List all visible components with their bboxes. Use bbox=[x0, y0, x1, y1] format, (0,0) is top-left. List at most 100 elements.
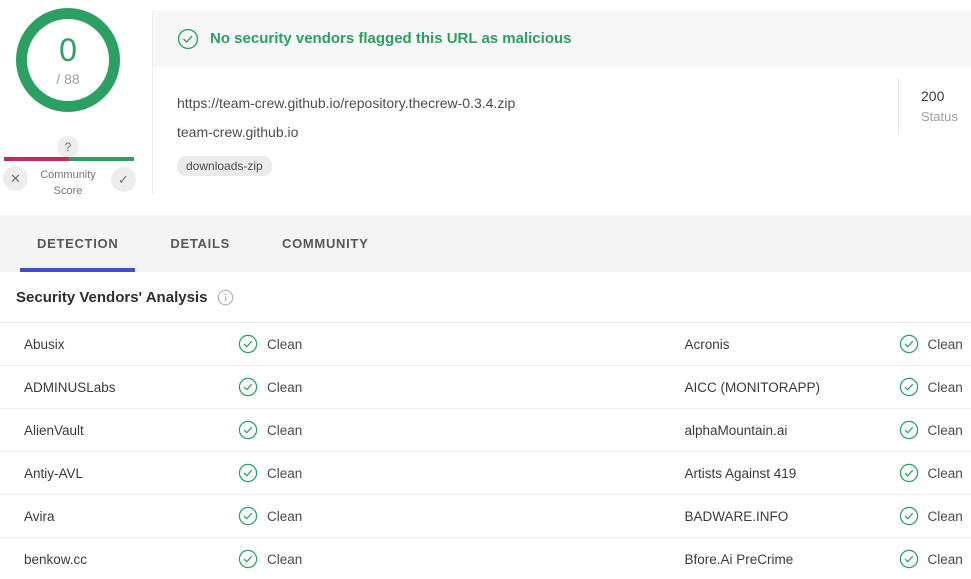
http-status-label: Status bbox=[921, 109, 958, 124]
vendor-row: ADMINUSLabs Clean AICC (MONITORAPP) Clean bbox=[0, 366, 971, 409]
vendor-name: alphaMountain.ai bbox=[685, 423, 899, 438]
tab-detection[interactable]: DETECTION bbox=[20, 215, 135, 272]
vendor-result-label: Clean bbox=[267, 509, 302, 524]
analyzed-url[interactable]: https://team-crew.github.io/repository.t… bbox=[177, 95, 971, 111]
clean-check-icon bbox=[238, 506, 258, 526]
vendor-cell: alphaMountain.ai Clean bbox=[486, 420, 971, 440]
community-score-help-icon[interactable]: ? bbox=[57, 136, 79, 158]
circle-check-icon bbox=[177, 28, 199, 50]
vendor-result-label: Clean bbox=[928, 552, 963, 567]
vendor-name: Antiy-AVL bbox=[24, 466, 238, 481]
vendor-cell: Avira Clean bbox=[0, 506, 486, 526]
analyzed-domain[interactable]: team-crew.github.io bbox=[177, 124, 971, 140]
score-gauge-panel: 0 / 88 ? Community Score ✕ ✓ bbox=[0, 0, 150, 205]
clean-check-icon bbox=[238, 549, 258, 569]
vendor-result-label: Clean bbox=[928, 509, 963, 524]
analysis-section: Security Vendors' Analysis AbusixCleanAc… bbox=[0, 272, 971, 579]
vote-harmless-button[interactable]: ✓ bbox=[111, 167, 136, 192]
community-score-label: Community Score bbox=[29, 167, 107, 199]
vendors-table: AbusixCleanAcronisCleanADMINUSLabsCleanA… bbox=[0, 322, 971, 579]
vendor-name: Abusix bbox=[24, 337, 238, 352]
tab-label: COMMUNITY bbox=[282, 236, 368, 251]
info-icon[interactable] bbox=[217, 289, 234, 306]
vendor-name: ADMINUSLabs bbox=[24, 380, 238, 395]
clean-check-icon bbox=[238, 420, 258, 440]
vendor-status: Clean bbox=[238, 549, 302, 569]
clean-check-icon bbox=[238, 463, 258, 483]
vendor-name: Avira bbox=[24, 509, 238, 524]
vendor-status: Clean bbox=[899, 377, 963, 397]
vote-malicious-button[interactable]: ✕ bbox=[3, 166, 28, 191]
vendor-row: Abusix Clean Acronis Clean bbox=[0, 323, 971, 366]
vendor-status: Clean bbox=[899, 506, 963, 526]
vendor-result-label: Clean bbox=[267, 423, 302, 438]
vendor-status: Clean bbox=[899, 549, 963, 569]
clean-check-icon bbox=[899, 463, 919, 483]
tab-label: DETECTION bbox=[37, 236, 118, 251]
vendor-name: Bfore.Ai PreCrime bbox=[685, 552, 899, 567]
vendor-cell: ADMINUSLabs Clean bbox=[0, 377, 486, 397]
tag-row: downloads-zip bbox=[177, 156, 971, 176]
check-icon: ✓ bbox=[118, 172, 129, 188]
clean-check-icon bbox=[238, 377, 258, 397]
vendor-cell: Bfore.Ai PreCrime Clean bbox=[486, 549, 971, 569]
report-header: 0 / 88 ? Community Score ✕ ✓ No security… bbox=[0, 0, 971, 215]
vendor-row: Avira Clean BADWARE.INFO Clean bbox=[0, 495, 971, 538]
vendor-cell: Abusix Clean bbox=[0, 334, 486, 354]
vendor-name: BADWARE.INFO bbox=[685, 509, 899, 524]
vendor-result-label: Clean bbox=[267, 552, 302, 567]
tab-label: DETAILS bbox=[170, 236, 230, 251]
vendor-cell: Acronis Clean bbox=[486, 334, 971, 354]
vendor-status: Clean bbox=[899, 334, 963, 354]
vendor-cell: AlienVault Clean bbox=[0, 420, 486, 440]
x-icon: ✕ bbox=[10, 171, 21, 187]
vendor-status: Clean bbox=[238, 377, 302, 397]
active-tab-underline bbox=[20, 268, 135, 272]
url-details: https://team-crew.github.io/repository.t… bbox=[153, 67, 971, 194]
vendor-status: Clean bbox=[899, 420, 963, 440]
vendor-name: Acronis bbox=[685, 337, 899, 352]
community-score-bar-positive bbox=[69, 157, 134, 161]
vendor-row: AlienVault Clean alphaMountain.ai Clean bbox=[0, 409, 971, 452]
vendor-status: Clean bbox=[899, 463, 963, 483]
url-summary-card: No security vendors flagged this URL as … bbox=[152, 10, 971, 194]
vendor-result-label: Clean bbox=[267, 380, 302, 395]
vendor-status: Clean bbox=[238, 420, 302, 440]
http-status-block: 200 Status bbox=[898, 78, 958, 134]
analysis-title: Security Vendors' Analysis bbox=[16, 289, 207, 306]
community-score-bar bbox=[4, 157, 134, 161]
http-status-value: 200 bbox=[921, 88, 958, 104]
vendor-result-label: Clean bbox=[928, 466, 963, 481]
community-score-bar-negative bbox=[4, 157, 69, 161]
vendor-cell: AICC (MONITORAPP) Clean bbox=[486, 377, 971, 397]
clean-check-icon bbox=[899, 506, 919, 526]
tab-details[interactable]: DETAILS bbox=[153, 215, 247, 272]
vendor-result-label: Clean bbox=[928, 423, 963, 438]
vendor-row: benkow.ccClean Bfore.Ai PreCrime Clean bbox=[0, 538, 971, 579]
vendor-name: AICC (MONITORAPP) bbox=[685, 380, 899, 395]
clean-check-icon bbox=[899, 377, 919, 397]
tab-community[interactable]: COMMUNITY bbox=[265, 215, 385, 272]
vendor-name: AlienVault bbox=[24, 423, 238, 438]
tab-bar: DETECTION DETAILS COMMUNITY bbox=[0, 215, 971, 272]
vendor-result-label: Clean bbox=[928, 337, 963, 352]
vendor-status: Clean bbox=[238, 334, 302, 354]
verdict-banner: No security vendors flagged this URL as … bbox=[153, 10, 971, 67]
vendor-name: Artists Against 419 bbox=[685, 466, 899, 481]
clean-check-icon bbox=[899, 334, 919, 354]
score-total: / 88 bbox=[56, 71, 79, 87]
vendor-result-label: Clean bbox=[267, 337, 302, 352]
vendor-row: Antiy-AVL Clean Artists Against 419 Clean bbox=[0, 452, 971, 495]
page: 0 / 88 ? Community Score ✕ ✓ No security… bbox=[0, 0, 971, 579]
tag-downloads-zip[interactable]: downloads-zip bbox=[177, 156, 272, 176]
vendor-result-label: Clean bbox=[267, 466, 302, 481]
vendor-status: Clean bbox=[238, 463, 302, 483]
vendor-cell: benkow.ccClean bbox=[0, 549, 486, 569]
clean-check-icon bbox=[238, 334, 258, 354]
verdict-message: No security vendors flagged this URL as … bbox=[210, 30, 572, 47]
detection-score-gauge: 0 / 88 bbox=[16, 8, 120, 112]
clean-check-icon bbox=[899, 549, 919, 569]
score-value: 0 bbox=[59, 34, 77, 66]
clean-check-icon bbox=[899, 420, 919, 440]
vendor-result-label: Clean bbox=[928, 380, 963, 395]
